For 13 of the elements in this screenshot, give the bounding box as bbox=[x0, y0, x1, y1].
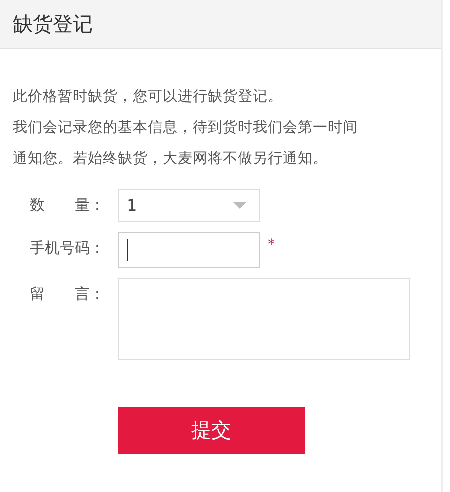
notice-text: 我们会记录您的基本信息，待到货时我们会第一时间 bbox=[13, 119, 359, 138]
message-text-area[interactable] bbox=[118, 278, 410, 360]
caret-icon bbox=[233, 202, 247, 210]
phone-input-field[interactable] bbox=[118, 232, 260, 268]
notice-text: 通知您。若始终缺货，大麦网将不做另行通知。 bbox=[13, 150, 329, 169]
field-label: 手机号码： bbox=[29, 238, 105, 259]
dialog-title: 缺货登记 bbox=[13, 10, 93, 38]
notice-text: 此价格暂时缺货，您可以进行缺货登记。 bbox=[13, 88, 284, 107]
submit-button[interactable]: 提交 bbox=[118, 407, 305, 454]
quantity-dropdown[interactable]: 1 bbox=[118, 189, 260, 222]
field-label: 数 量： bbox=[29, 195, 105, 216]
required-mark: * bbox=[268, 236, 275, 255]
field-label: 留 言： bbox=[29, 284, 105, 305]
